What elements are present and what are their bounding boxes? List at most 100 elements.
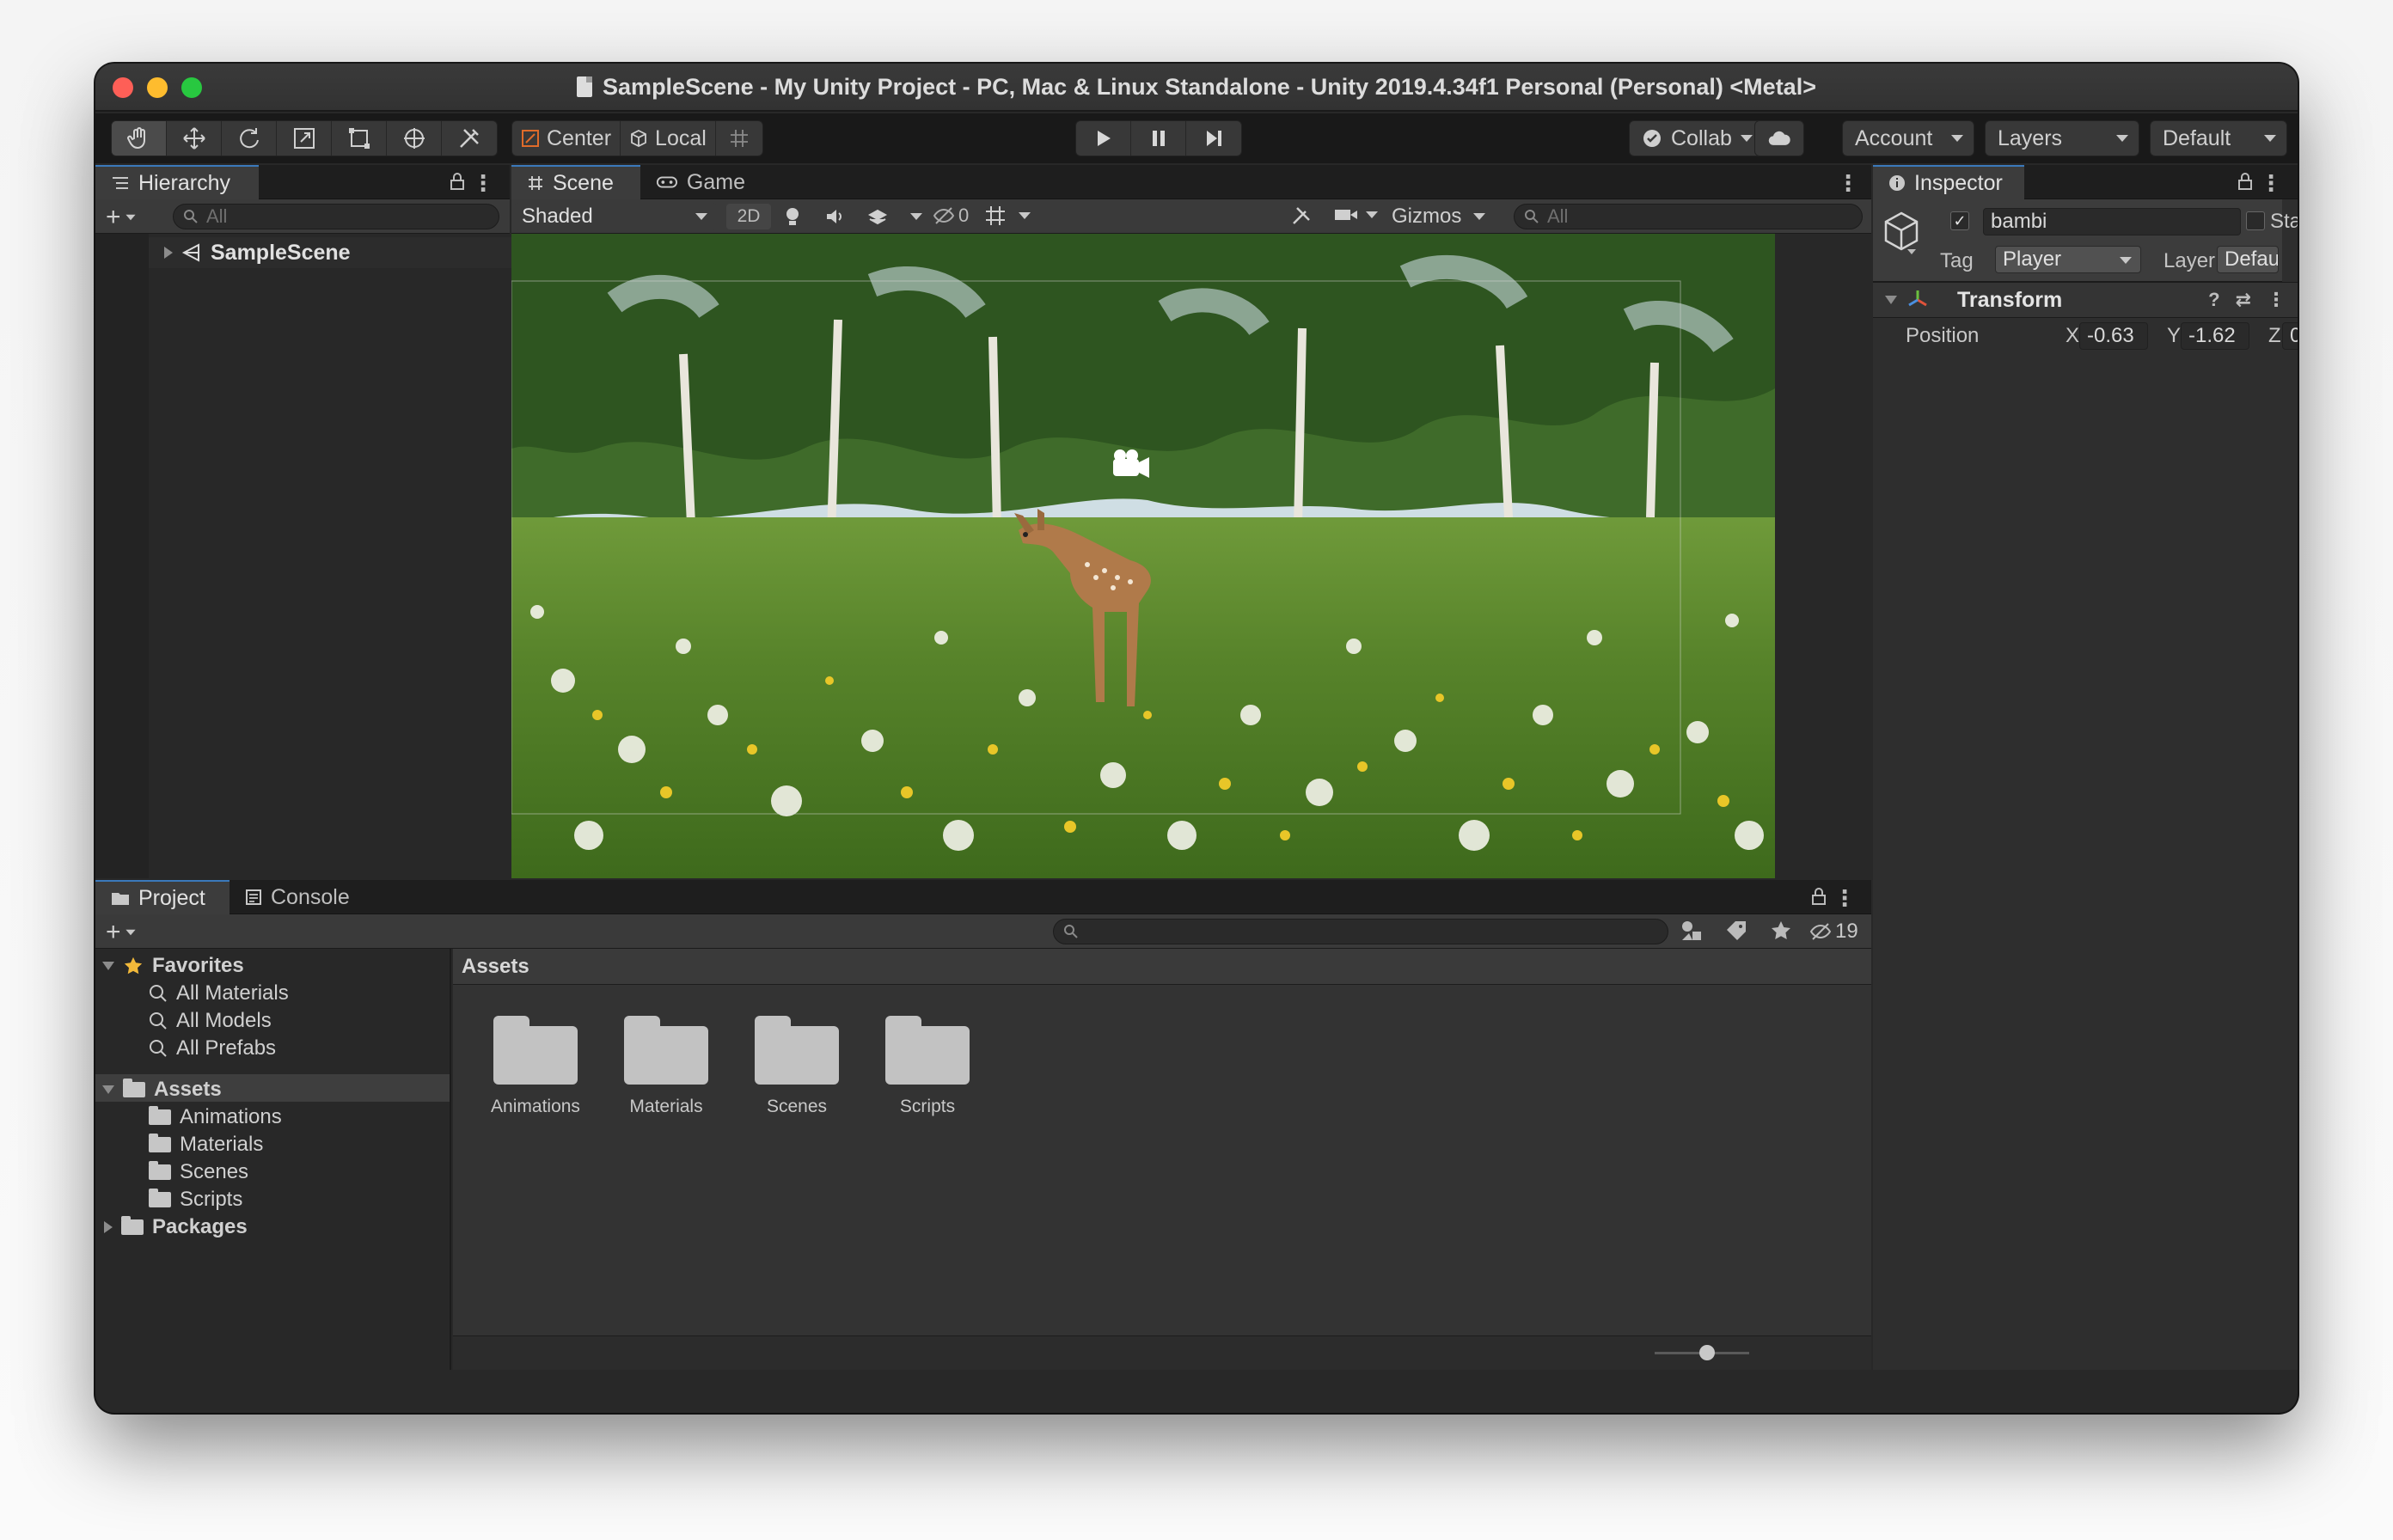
cloud-button[interactable]	[1754, 120, 1804, 156]
search-icon	[150, 1012, 167, 1030]
kebab-menu-icon[interactable]: ⋮	[472, 170, 494, 197]
project-search-input[interactable]	[1053, 919, 1668, 944]
hierarchy-item-samplescene[interactable]: SampleScene ⋮	[149, 237, 557, 268]
minimize-window-button[interactable]	[147, 77, 168, 98]
gizmos-dropdown[interactable]: Gizmos	[1392, 203, 1486, 230]
pivot-center-icon	[522, 130, 539, 147]
layout-dropdown[interactable]: Default	[2150, 120, 2287, 156]
layers-dropdown[interactable]: Layers	[1985, 120, 2139, 156]
audio-icon[interactable]	[824, 206, 845, 227]
tree-folder-scenes[interactable]: Scenes	[149, 1160, 248, 1184]
tag-dropdown[interactable]: Player	[1995, 246, 2141, 273]
layout-label: Default	[2163, 125, 2231, 150]
transform-component-header[interactable]: Transform ? ⇄ ⋮	[1873, 282, 2298, 318]
expand-arrow-icon[interactable]	[164, 247, 173, 259]
icon-size-slider-thumb[interactable]	[1699, 1345, 1715, 1360]
position-y-input[interactable]: -1.62	[2181, 322, 2249, 350]
static-checkbox[interactable]	[2246, 211, 2265, 230]
packages-folder[interactable]: Packages	[104, 1215, 248, 1239]
project-hidden-packages-toggle[interactable]: 19	[1809, 920, 1858, 944]
scene-tools-icon[interactable]	[1290, 205, 1313, 231]
asset-folder-scripts[interactable]	[885, 1016, 970, 1085]
favorites-group[interactable]: Favorites	[102, 954, 244, 978]
active-checkbox[interactable]: ✓	[1950, 211, 1969, 230]
hierarchy-search-input[interactable]: All	[173, 204, 499, 229]
lock-icon[interactable]	[1811, 887, 1827, 910]
favorite-item-all-models[interactable]: All Models	[149, 1009, 272, 1033]
hand-tool-button[interactable]	[112, 121, 167, 156]
tree-folder-scripts[interactable]: Scripts	[149, 1188, 242, 1212]
kebab-menu-icon[interactable]: ⋮	[1837, 170, 1859, 197]
position-z-input[interactable]: 0	[2282, 322, 2298, 350]
kebab-menu-icon[interactable]: ⋮	[1833, 885, 1856, 912]
scene-viewport[interactable]	[511, 234, 1775, 878]
grid-snap-button[interactable]	[716, 121, 762, 156]
custom-tool-button[interactable]	[442, 121, 497, 156]
collab-dropdown[interactable]: Collab	[1629, 120, 1766, 156]
kebab-menu-icon[interactable]: ⋮	[2267, 289, 2286, 311]
search-by-type-icon[interactable]	[1680, 920, 1703, 942]
move-tool-button[interactable]	[167, 121, 222, 156]
grid-toggle[interactable]	[984, 205, 1031, 227]
inspector-panel: Inspector ⋮ ✓ bambi Static Tag Player La…	[1873, 165, 2298, 1370]
create-asset-button[interactable]: +	[106, 918, 137, 947]
collab-label: Collab	[1671, 125, 1732, 150]
zoom-window-button[interactable]	[181, 77, 202, 98]
scale-tool-button[interactable]	[277, 121, 332, 156]
tab-inspector[interactable]: Inspector	[1873, 165, 2024, 199]
tree-folder-materials[interactable]: Materials	[149, 1133, 263, 1157]
kebab-menu-icon[interactable]: ⋮	[2260, 170, 2282, 197]
pivot-local-button[interactable]: Local	[621, 121, 716, 156]
label-tag-icon[interactable]	[1725, 920, 1747, 942]
star-icon[interactable]	[1770, 920, 1792, 942]
position-x-input[interactable]: -0.63	[2079, 322, 2148, 350]
move-icon	[182, 127, 205, 150]
create-button[interactable]: +	[106, 203, 137, 232]
account-label: Account	[1855, 125, 1933, 150]
step-button[interactable]	[1186, 121, 1241, 156]
tab-game[interactable]: Game	[640, 165, 761, 199]
tab-project[interactable]: Project	[95, 880, 230, 914]
rotate-tool-button[interactable]	[222, 121, 277, 156]
pause-button[interactable]	[1131, 121, 1186, 156]
favorite-item-all-prefabs[interactable]: All Prefabs	[149, 1036, 276, 1060]
rect-tool-button[interactable]	[332, 121, 387, 156]
pivot-center-button[interactable]: Center	[512, 121, 621, 156]
search-icon	[150, 985, 167, 1002]
lock-icon[interactable]	[2237, 172, 2253, 195]
asset-folder-animations[interactable]	[493, 1016, 578, 1085]
asset-folder-label: Materials	[629, 1097, 703, 1116]
help-icon[interactable]: ?	[2208, 289, 2219, 311]
scene-search-input[interactable]: All	[1514, 204, 1863, 229]
asset-folder-scenes[interactable]	[755, 1016, 839, 1085]
presets-icon[interactable]: ⇄	[2236, 289, 2251, 311]
camera-settings-dropdown[interactable]	[1333, 206, 1378, 223]
object-name-input[interactable]: bambi	[1983, 208, 2241, 235]
asset-folder-materials[interactable]	[624, 1016, 708, 1085]
effects-icon[interactable]	[867, 206, 888, 227]
lock-icon[interactable]	[450, 172, 465, 195]
tree-folder-label: Animations	[180, 1105, 282, 1128]
tab-console[interactable]: Console	[230, 880, 376, 914]
close-window-button[interactable]	[113, 77, 133, 98]
unity-scene-icon	[181, 243, 199, 262]
chevron-down-icon[interactable]	[910, 213, 922, 220]
layer-dropdown[interactable]: Default	[2217, 246, 2279, 273]
toggle-2d-button[interactable]: 2D	[726, 204, 771, 229]
shading-mode-dropdown[interactable]: Shaded	[515, 203, 716, 230]
account-dropdown[interactable]: Account	[1842, 120, 1974, 156]
tab-scene[interactable]: Scene	[511, 165, 640, 199]
asset-folder-label: Scripts	[899, 1097, 956, 1116]
play-button[interactable]	[1076, 121, 1131, 156]
scale-icon	[293, 128, 315, 149]
assets-folder[interactable]: Assets	[102, 1078, 222, 1102]
rotate-icon	[239, 128, 259, 149]
tab-hierarchy[interactable]: Hierarchy	[95, 165, 259, 199]
favorite-item-all-materials[interactable]: All Materials	[149, 981, 289, 1005]
tree-folder-animations[interactable]: Animations	[149, 1105, 282, 1129]
transform-tool-button[interactable]	[387, 121, 442, 156]
static-dropdown[interactable]: Static	[2270, 210, 2298, 234]
hidden-objects-toggle[interactable]: 0	[933, 205, 969, 227]
assets-breadcrumb[interactable]: Assets	[453, 949, 1871, 985]
lighting-icon[interactable]	[783, 206, 802, 227]
